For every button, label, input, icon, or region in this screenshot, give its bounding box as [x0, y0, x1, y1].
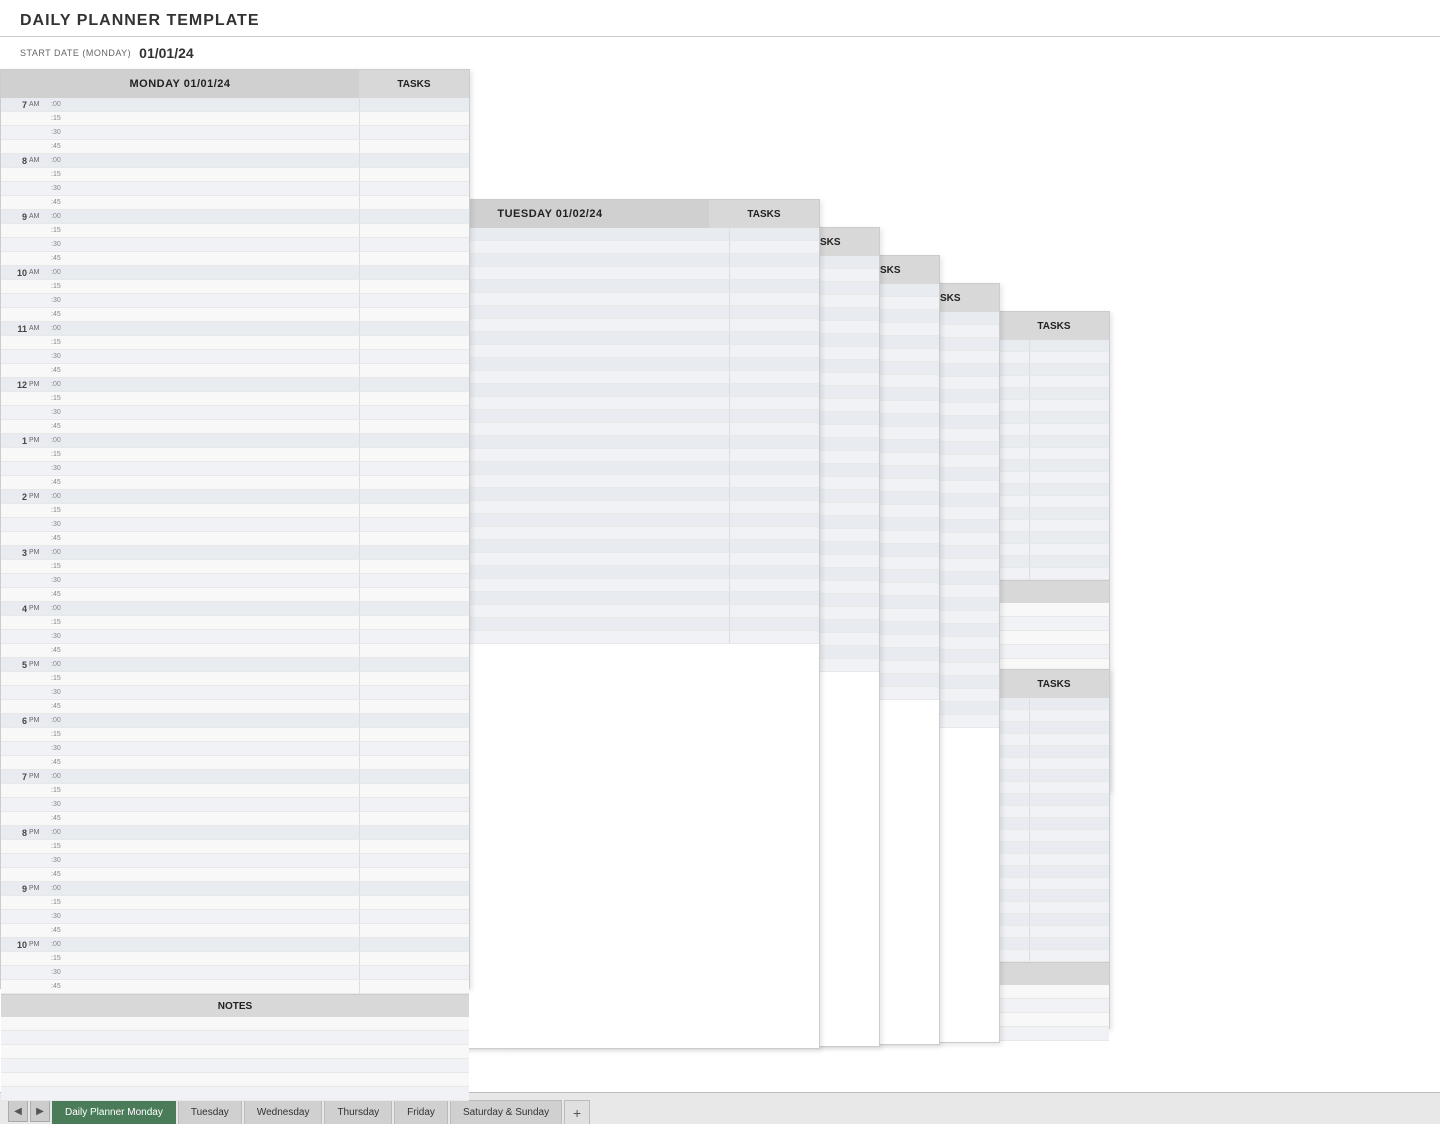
main-content: MONDAY 01/01/24 TASKS 7AM:00:15:30:458AM…	[0, 69, 1440, 1083]
tab-next-btn[interactable]: ▶	[30, 1100, 50, 1122]
monday-notes: NOTES	[1, 994, 469, 1097]
tab-saturday-sunday[interactable]: Saturday & Sunday	[450, 1100, 562, 1124]
monday-header: MONDAY 01/01/24 TASKS	[1, 70, 469, 98]
title-bar: DAILY PLANNER TEMPLATE	[0, 0, 1440, 37]
saturday-tasks-header: TASKS	[999, 312, 1109, 340]
tab-monday[interactable]: Daily Planner Monday	[52, 1100, 176, 1124]
sheet-monday: MONDAY 01/01/24 TASKS 7AM:00:15:30:458AM…	[0, 69, 470, 989]
tab-tuesday[interactable]: Tuesday	[178, 1100, 242, 1124]
tuesday-tasks-header: TASKS	[709, 200, 819, 228]
start-date-row: START DATE (MONDAY) 01/01/24	[0, 37, 1440, 69]
sunday-tasks-header: TASKS	[999, 670, 1109, 698]
tab-add-btn[interactable]: +	[564, 1100, 590, 1124]
monday-tasks-header: TASKS	[359, 70, 469, 98]
tab-prev-btn[interactable]: ◀	[8, 1100, 28, 1122]
start-date-value: 01/01/24	[139, 45, 194, 61]
monday-notes-body	[1, 1017, 469, 1097]
monday-time-grid: 7AM:00:15:30:458AM:00:15:30:459AM:00:15:…	[1, 98, 469, 994]
tab-friday[interactable]: Friday	[394, 1100, 448, 1124]
monday-title: MONDAY 01/01/24	[1, 78, 359, 90]
start-date-label: START DATE (MONDAY)	[20, 48, 131, 58]
tab-thursday[interactable]: Thursday	[324, 1100, 392, 1124]
tab-wednesday[interactable]: Wednesday	[244, 1100, 323, 1124]
monday-notes-header: NOTES	[1, 995, 469, 1017]
page-title: DAILY PLANNER TEMPLATE	[20, 12, 1420, 30]
